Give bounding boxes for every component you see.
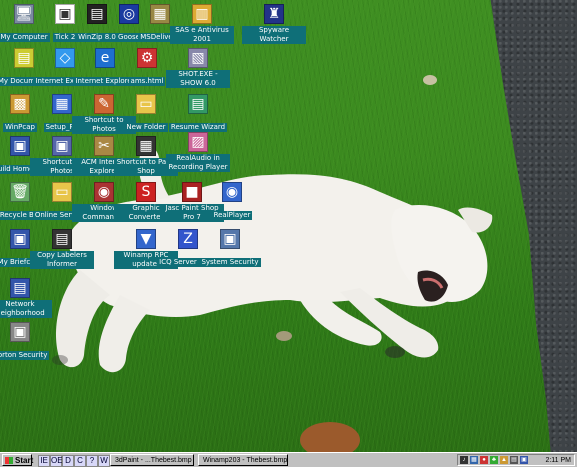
start-button[interactable]: Start [2,454,34,466]
paint-shop-icon: ■ [182,182,202,202]
antivirus-icon[interactable]: ● [480,456,488,464]
folder-icon: ▭ [52,182,72,202]
ie-quicklaunch-icon[interactable]: IE [38,455,50,467]
player-icon: ◉ [222,182,242,202]
photo-icon: ▣ [52,136,72,156]
winamp-icon[interactable]: ▲ [500,456,508,464]
windows-logo-icon [5,457,13,464]
pencil-icon: ✎ [94,94,114,114]
briefcase-icon: ▣ [10,229,30,249]
clock[interactable]: 2:11 PM [545,455,571,466]
network-icon[interactable]: ▦ [470,456,478,464]
desktop-icon-system-security[interactable]: ▣ System Security [198,229,262,268]
internet-explorer-icon: e [95,48,115,68]
desktop-icon-realaudio[interactable]: ▨ RealAudio in Recording Player [166,132,230,173]
monitor-icon[interactable]: ▣ [520,456,528,464]
desktop-icon-copy-labelers[interactable]: ▤ Copy Labelers Informer [30,229,94,270]
shield-icon: ▣ [220,229,240,249]
computer-icon: 🖥 [14,4,34,24]
volume-icon[interactable]: ♪ [460,456,468,464]
start-label: Start [15,456,34,465]
package-icon: ▩ [10,94,30,114]
documents-folder-icon: ▤ [14,48,34,68]
desktop-icon-realplayer[interactable]: ◉ RealPlayer [200,182,264,221]
audio-icon: ▨ [188,132,208,152]
zone-icon: Z [178,229,198,249]
task-label: Winamp203 - Thebest.bmp [203,457,288,464]
taskbar-button-winamp[interactable]: Winamp203 - Thebest.bmp [198,454,288,466]
setup-icon: ▦ [52,94,72,114]
wizard-icon: ▤ [188,94,208,114]
document-icon: ▧ [188,48,208,68]
messenger-icon[interactable]: ♣ [490,456,498,464]
security-icon: ▣ [10,322,30,342]
desktop-icon-norton-security[interactable]: ▣ Norton Security [0,322,52,361]
graphic-icon: S [136,182,156,202]
scissors-icon: ✂ [94,136,114,156]
desktop-icon-shot-exe[interactable]: ▧ SHOT.EXE - SHOW 6.0 [166,48,230,89]
network-icon: ▤ [10,278,30,298]
system-tray: ♪ ▦ ● ♣ ▲ ▤ ▣ 2:11 PM [457,454,575,466]
desktop-icon-spyware-watcher[interactable]: ♜ Spyware Watcher [242,4,306,45]
recycle-bin-icon: 🗑 [10,182,30,202]
taskbar-button-3dpaint[interactable]: 3dPaint - ...Thebest.bmp [110,454,194,466]
help-quicklaunch-icon[interactable]: ? [86,455,98,467]
download-icon: ▼ [136,229,156,249]
winamp-quicklaunch-icon[interactable]: W [98,455,110,467]
task-label: 3dPaint - ...Thebest.bmp [115,457,192,464]
delivery-icon: ▦ [150,4,170,24]
desktop-quicklaunch-icon[interactable]: D [62,455,74,467]
commander-icon: ◉ [94,182,114,202]
channels-quicklaunch-icon[interactable]: C [74,455,86,467]
antivirus-icon: ▥ [192,4,212,24]
paint-icon: ▦ [136,136,156,156]
desktop-icon-antivirus[interactable]: ▥ SAS e Antivirus 2001 [170,4,234,45]
desktop-icon-resume-wizard[interactable]: ▤ Resume Wizard [166,94,230,133]
home-icon: ▣ [10,136,30,156]
outlook-quicklaunch-icon[interactable]: OE [50,455,63,467]
desktop-icon-network-neighborhood[interactable]: ▤ Network Neighborhood [0,278,52,319]
globe-icon: ◇ [55,48,75,68]
taskbar: Start IE OE D C ? W 3dPaint - ...Thebest… [0,452,577,467]
desktop[interactable]: 🖥 My Computer ▣ Tick 2 ▤ WinZip 8.0 ◎ Go… [0,0,577,452]
gear-icon: ⚙ [137,48,157,68]
printer-icon[interactable]: ▤ [510,456,518,464]
chess-piece-icon: ♜ [264,4,284,24]
folder-icon: ▭ [136,94,156,114]
label-icon: ▤ [52,229,72,249]
